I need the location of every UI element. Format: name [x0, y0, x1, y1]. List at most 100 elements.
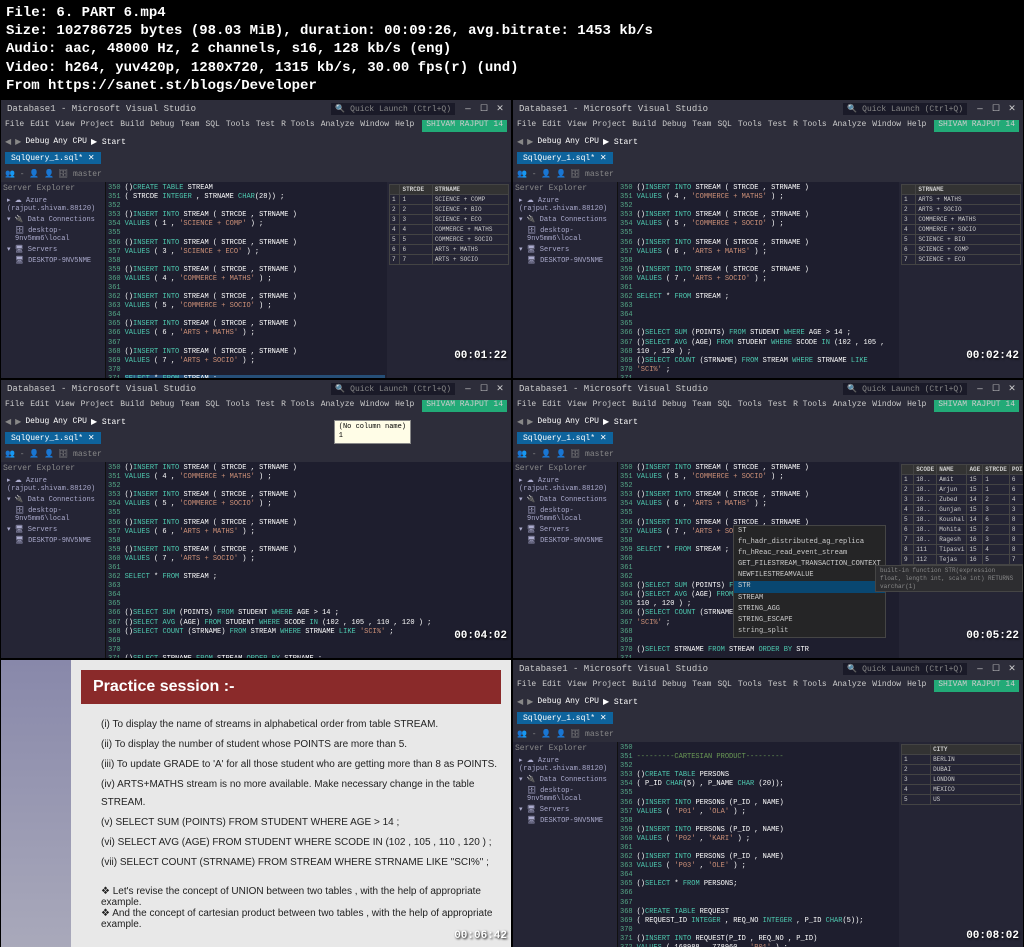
config-debug[interactable]: Debug: [25, 137, 49, 146]
servers-node[interactable]: ▾ 🖥 Servers: [515, 524, 615, 535]
config-debug[interactable]: Debug: [537, 137, 561, 146]
menu-file[interactable]: File: [517, 400, 536, 412]
minimize-button[interactable]: —: [463, 384, 473, 394]
data-connections-node[interactable]: ▾ 🔌 Data Connections: [3, 214, 103, 225]
menu-build[interactable]: Build: [120, 120, 144, 132]
data-connections-node[interactable]: ▾ 🔌 Data Connections: [515, 214, 615, 225]
menu-window[interactable]: Window: [360, 120, 389, 132]
autocomplete-popup[interactable]: STfn_hadr_distributed_ag_replicafn_hReac…: [733, 525, 886, 638]
file-tab[interactable]: SqlQuery_1.sql* ✕: [517, 432, 613, 444]
host-node[interactable]: 🖥 DESKTOP-9NV5NME: [3, 255, 103, 266]
minimize-button[interactable]: —: [975, 664, 985, 674]
azure-node[interactable]: ▸ ☁ Azure (rajput.shivam.88120): [3, 475, 103, 494]
maximize-button[interactable]: ☐: [991, 664, 1001, 674]
autocomplete-item[interactable]: fn_hadr_distributed_ag_replica: [734, 537, 885, 548]
quick-launch[interactable]: 🔍 Quick Launch (Ctrl+Q): [331, 383, 455, 395]
menu-test[interactable]: Test: [768, 120, 787, 132]
user-badge[interactable]: SHIVAM RAJPUT 14: [934, 120, 1019, 132]
menu-help[interactable]: Help: [395, 120, 414, 132]
menu-test[interactable]: Test: [768, 680, 787, 692]
results-table[interactable]: SCODENAMEAGESTRCDEPOINTSGRADE118..Amit15…: [901, 464, 1024, 575]
grp-icon[interactable]: 👥 - 👤 👤: [5, 449, 54, 459]
code-editor[interactable]: 3503513523533543553563573583593603613623…: [618, 742, 899, 947]
start-button[interactable]: ▶ Start: [603, 137, 638, 147]
user-badge[interactable]: SHIVAM RAJPUT 14: [934, 400, 1019, 412]
db-selector[interactable]: 🗄 master: [58, 169, 102, 179]
nav-fwd-icon[interactable]: ▶: [527, 137, 533, 147]
config-anycpu[interactable]: Any CPU: [53, 137, 87, 146]
config-debug[interactable]: Debug: [537, 417, 561, 426]
menu-team[interactable]: Team: [692, 400, 711, 412]
nav-fwd-icon[interactable]: ▶: [15, 417, 21, 427]
desktop-conn-node[interactable]: 🗄 desktop-9nv5mm6\local: [515, 505, 615, 524]
menu-tools[interactable]: Tools: [226, 120, 250, 132]
menu-sql[interactable]: SQL: [717, 680, 731, 692]
grp-icon[interactable]: 👥 - 👤 👤: [517, 729, 566, 739]
start-button[interactable]: ▶ Start: [91, 417, 126, 427]
menu-test[interactable]: Test: [768, 400, 787, 412]
menu-sql[interactable]: SQL: [717, 400, 731, 412]
server-explorer[interactable]: Server Explorer ▸ ☁ Azure (rajput.shivam…: [1, 182, 106, 379]
menu-debug[interactable]: Debug: [150, 120, 174, 132]
menu-team[interactable]: Team: [180, 400, 199, 412]
menu-sql[interactable]: SQL: [205, 120, 219, 132]
results-table[interactable]: STRCDESTRNAME11SCIENCE + COMP22SCIENCE +…: [389, 184, 509, 265]
quick-launch[interactable]: 🔍 Quick Launch (Ctrl+Q): [843, 103, 967, 115]
nav-fwd-icon[interactable]: ▶: [527, 697, 533, 707]
host-node[interactable]: 🖥 DESKTOP-9NV5NME: [3, 535, 103, 546]
menu-project[interactable]: Project: [593, 400, 627, 412]
close-button[interactable]: ✕: [1007, 664, 1017, 674]
menu-tools[interactable]: Tools: [738, 120, 762, 132]
close-button[interactable]: ✕: [495, 384, 505, 394]
minimize-button[interactable]: —: [975, 384, 985, 394]
menu-edit[interactable]: Edit: [542, 120, 561, 132]
nav-fwd-icon[interactable]: ▶: [527, 417, 533, 427]
host-node[interactable]: 🖥 DESKTOP-9NV5NME: [515, 815, 615, 826]
menu-analyze[interactable]: Analyze: [321, 120, 355, 132]
start-button[interactable]: ▶ Start: [603, 417, 638, 427]
results-table[interactable]: STRNAME1ARTS + MATHS2ARTS + SOCIO3COMMER…: [901, 184, 1021, 265]
grp-icon[interactable]: 👥 - 👤 👤: [517, 449, 566, 459]
data-connections-node[interactable]: ▾ 🔌 Data Connections: [515, 494, 615, 505]
menu-view[interactable]: View: [567, 120, 586, 132]
host-node[interactable]: 🖥 DESKTOP-9NV5NME: [515, 535, 615, 546]
menu-help[interactable]: Help: [907, 400, 926, 412]
minimize-button[interactable]: —: [463, 104, 473, 114]
menu-test[interactable]: Test: [256, 400, 275, 412]
menu-help[interactable]: Help: [907, 680, 926, 692]
quick-launch[interactable]: 🔍 Quick Launch (Ctrl+Q): [843, 663, 967, 675]
menu-debug[interactable]: Debug: [662, 120, 686, 132]
desktop-conn-node[interactable]: 🗄 desktop-9nv5mm6\local: [3, 225, 103, 244]
menu-analyze[interactable]: Analyze: [833, 120, 867, 132]
db-selector[interactable]: 🗄 master: [570, 449, 614, 459]
file-tab[interactable]: SqlQuery_1.sql* ✕: [5, 432, 101, 444]
menu-analyze[interactable]: Analyze: [321, 400, 355, 412]
menu-view[interactable]: View: [55, 120, 74, 132]
server-explorer[interactable]: Server Explorer ▸ ☁ Azure (rajput.shivam…: [513, 462, 618, 659]
quick-launch[interactable]: 🔍 Quick Launch (Ctrl+Q): [331, 103, 455, 115]
nav-fwd-icon[interactable]: ▶: [15, 137, 21, 147]
user-badge[interactable]: SHIVAM RAJPUT 14: [422, 120, 507, 132]
menu-build[interactable]: Build: [632, 400, 656, 412]
menu-edit[interactable]: Edit: [30, 400, 49, 412]
grp-icon[interactable]: 👥 - 👤 👤: [5, 169, 54, 179]
menu-build[interactable]: Build: [632, 120, 656, 132]
config-anycpu[interactable]: Any CPU: [565, 417, 599, 426]
autocomplete-item[interactable]: NEWFILESTREAMVALUE: [734, 570, 885, 581]
menu-window[interactable]: Window: [872, 680, 901, 692]
user-badge[interactable]: SHIVAM RAJPUT 14: [934, 680, 1019, 692]
config-debug[interactable]: Debug: [537, 697, 561, 706]
menu-view[interactable]: View: [567, 680, 586, 692]
db-selector[interactable]: 🗄 master: [58, 449, 102, 459]
menu-analyze[interactable]: Analyze: [833, 400, 867, 412]
menu-window[interactable]: Window: [872, 400, 901, 412]
maximize-button[interactable]: ☐: [479, 104, 489, 114]
file-tab[interactable]: SqlQuery_1.sql* ✕: [517, 152, 613, 164]
menu-sql[interactable]: SQL: [205, 400, 219, 412]
menu-file[interactable]: File: [517, 120, 536, 132]
menu-window[interactable]: Window: [872, 120, 901, 132]
autocomplete-item[interactable]: STRING_AGG: [734, 604, 885, 615]
menu-team[interactable]: Team: [180, 120, 199, 132]
menu-tools[interactable]: Tools: [226, 400, 250, 412]
menu-file[interactable]: File: [517, 680, 536, 692]
